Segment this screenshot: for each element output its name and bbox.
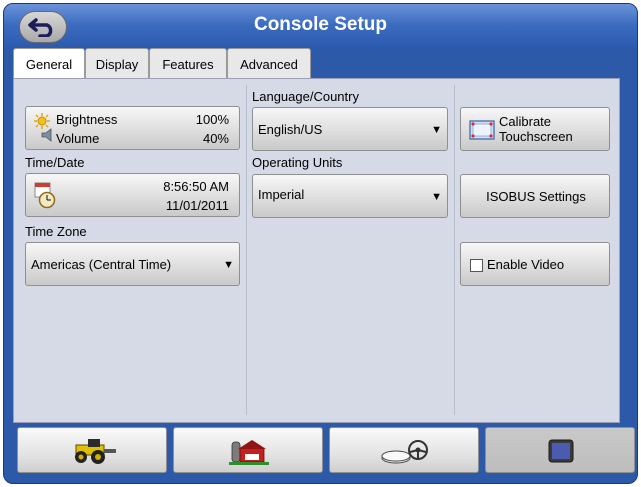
calendar-clock-icon (34, 182, 56, 209)
calibrate-label-line1: Calibrate (499, 114, 552, 129)
touchscreen-icon (469, 120, 495, 140)
operating-units-value: Imperial (258, 187, 305, 202)
enable-video-label: Enable Video (487, 257, 565, 272)
enable-video-checkbox[interactable] (470, 259, 483, 272)
tab-advanced[interactable]: Advanced (227, 48, 311, 78)
volume-value: 40% (202, 131, 229, 146)
time-zone-label: Time Zone (25, 224, 87, 239)
time-date-button[interactable]: 8:56:50 AM 11/01/2011 (25, 173, 240, 217)
nav-guidance-button[interactable] (329, 427, 479, 473)
isobus-settings-label: ISOBUS Settings (486, 189, 586, 204)
volume-label: Volume (56, 131, 100, 146)
sun-speaker-icon (34, 113, 52, 142)
dropdown-arrow-icon: ▼ (431, 191, 442, 203)
nav-farm-button[interactable] (173, 427, 323, 473)
brightness-volume-button[interactable]: Brightness 100% Volume 40% (25, 106, 240, 150)
farm-icon (229, 440, 269, 465)
nav-tractor-button[interactable] (17, 427, 167, 473)
nav-display-button[interactable] (485, 427, 635, 473)
page-title: Console Setup (253, 14, 387, 35)
tractor-icon (75, 439, 116, 464)
time-zone-select[interactable]: Americas (Central Time) ▼ (25, 242, 240, 286)
calibrate-label-line2: Touchscreen (499, 129, 573, 144)
time-date-label: Time/Date (25, 155, 85, 170)
operating-units-label: Operating Units (252, 155, 343, 170)
language-select[interactable]: English/US ▼ (252, 107, 448, 151)
tab-display[interactable]: Display (85, 48, 149, 78)
brightness-label: Brightness (56, 112, 118, 127)
bottom-nav (13, 427, 635, 477)
column-divider (246, 85, 247, 415)
language-value: English/US (258, 122, 323, 137)
steering-icon (381, 440, 428, 464)
title-bar: Console Setup (4, 4, 637, 50)
dropdown-arrow-icon: ▼ (431, 124, 442, 136)
tab-general[interactable]: General (13, 48, 85, 80)
isobus-settings-button[interactable]: ISOBUS Settings (460, 174, 610, 218)
operating-units-select[interactable]: Imperial ▼ (252, 174, 448, 218)
date-value: 11/01/2011 (165, 198, 229, 213)
dropdown-arrow-icon: ▼ (223, 259, 234, 271)
enable-video-toggle[interactable]: Enable Video (460, 242, 610, 286)
time-value: 8:56:50 AM (163, 179, 229, 194)
general-panel: Brightness 100% Volume 40% Time/Date 8:5… (13, 78, 620, 423)
tab-features[interactable]: Features (149, 48, 227, 78)
column-divider (454, 85, 455, 415)
brightness-value: 100% (195, 112, 229, 127)
language-label: Language/Country (252, 89, 359, 104)
calibrate-touchscreen-button[interactable]: Calibrate Touchscreen (460, 107, 610, 151)
display-icon (548, 439, 574, 463)
time-zone-value: Americas (Central Time) (31, 257, 172, 272)
